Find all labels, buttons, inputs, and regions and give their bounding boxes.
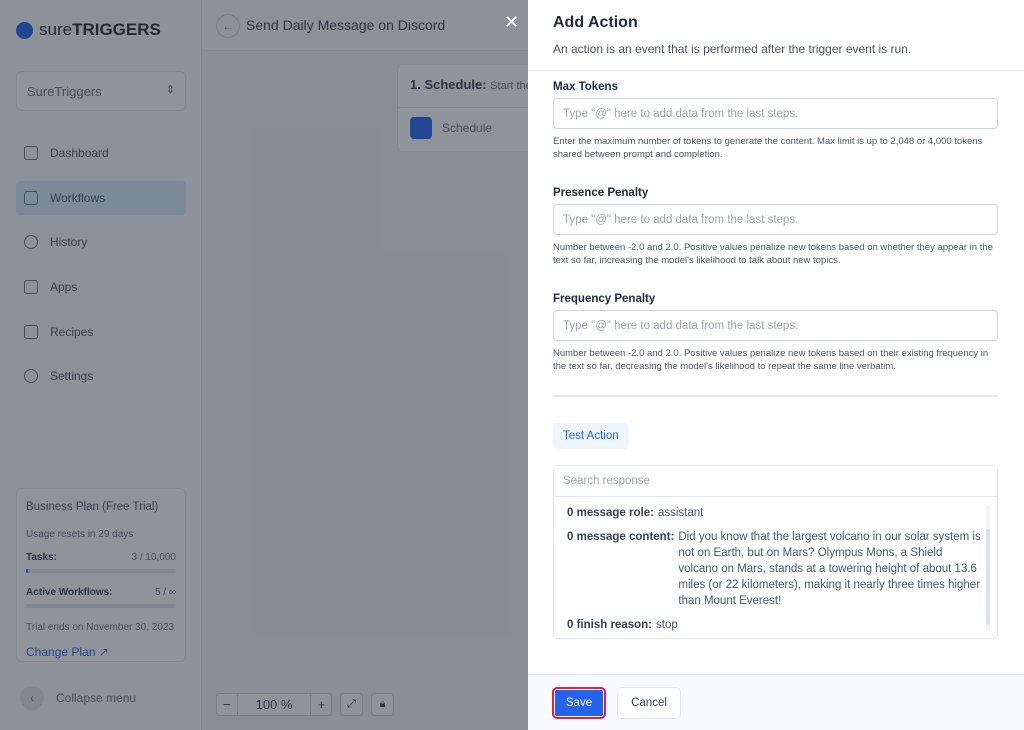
response-key: 0 message content: — [567, 531, 675, 543]
close-icon[interactable]: ✕ — [504, 12, 519, 33]
scrollbar[interactable] — [986, 506, 990, 631]
response-item: 0 message content: Did you know that the … — [567, 529, 984, 609]
add-action-panel: Add Action An action is an event that is… — [528, 0, 1024, 730]
test-action-button[interactable]: Test Action — [553, 423, 629, 449]
cancel-button[interactable]: Cancel — [617, 687, 681, 719]
response-key: 0 message role: — [567, 507, 654, 519]
response-value: Did you know that the largest volcano in… — [678, 531, 981, 607]
presence-penalty-label: Presence Penalty — [553, 187, 649, 199]
divider — [553, 395, 998, 397]
max-tokens-label: Max Tokens — [553, 81, 618, 93]
frequency-penalty-help: Number between -2.0 and 2.0. Positive va… — [553, 348, 989, 372]
max-tokens-help: Enter the maximum number of tokens to ge… — [553, 136, 983, 160]
response-value: stop — [656, 619, 678, 631]
response-box: 0 message role:assistant 0 message conte… — [553, 465, 998, 639]
response-item: 0 message role: assistant — [567, 505, 984, 521]
response-item: 0 finish reason: stop — [567, 617, 984, 633]
frequency-penalty-input[interactable] — [553, 310, 998, 341]
presence-penalty-input[interactable] — [553, 204, 998, 235]
presence-penalty-help: Number between -2.0 and 2.0. Positive va… — [553, 242, 993, 266]
response-key: 0 finish reason: — [567, 619, 652, 631]
modal-overlay[interactable] — [0, 0, 528, 730]
panel-title: Add Action — [553, 14, 638, 31]
panel-footer: Save Cancel — [528, 674, 1024, 730]
response-value: assistant — [657, 507, 704, 519]
max-tokens-input[interactable] — [553, 98, 998, 129]
panel-subtitle: An action is an event that is performed … — [553, 42, 912, 56]
search-response-input[interactable] — [554, 466, 997, 497]
save-button[interactable]: Save — [552, 687, 606, 719]
frequency-penalty-label: Frequency Penalty — [553, 293, 656, 305]
